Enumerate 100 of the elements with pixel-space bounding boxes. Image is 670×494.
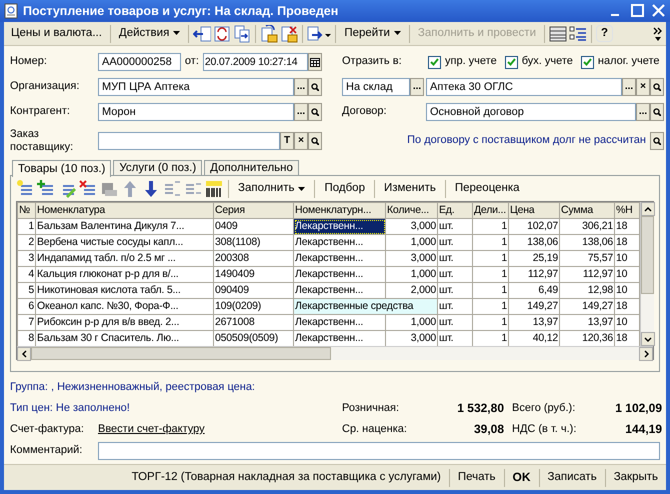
tab[interactable]: Дополнительно bbox=[204, 160, 299, 176]
field-button[interactable]: T bbox=[280, 132, 294, 150]
column-header[interactable]: Дели... bbox=[472, 202, 508, 218]
field-button[interactable]: ... bbox=[410, 78, 424, 96]
input-field[interactable]: Аптека 30 ОГЛС bbox=[426, 78, 622, 96]
checkbox[interactable] bbox=[580, 56, 594, 68]
field-button[interactable]: ... bbox=[294, 78, 308, 96]
toolbar-button[interactable]: Переоценка bbox=[450, 181, 524, 197]
help-button[interactable]: ? bbox=[596, 24, 614, 42]
table-cell: 5 bbox=[18, 282, 36, 298]
list-icon[interactable] bbox=[569, 24, 587, 42]
maximize-icon[interactable] bbox=[629, 3, 645, 19]
table-cell: 1490409 bbox=[214, 266, 294, 282]
add-row-icon[interactable] bbox=[16, 180, 34, 198]
column-header[interactable]: Номенклатура bbox=[36, 202, 214, 218]
invoice-link[interactable]: Ввести счет-фактуру bbox=[98, 422, 205, 436]
horizontal-scrollbar[interactable] bbox=[17, 346, 653, 360]
status-bar-button[interactable]: OK bbox=[506, 468, 537, 487]
table-cell: 109(0209) bbox=[214, 298, 294, 314]
close-icon[interactable] bbox=[650, 3, 666, 19]
table-cell: шт. bbox=[438, 218, 472, 234]
table-cell: Лекарственн... bbox=[294, 234, 386, 250]
field-label: от: bbox=[184, 55, 200, 69]
search-icon[interactable] bbox=[311, 137, 319, 145]
search-icon[interactable] bbox=[311, 108, 319, 116]
input-field[interactable]: Морон bbox=[98, 103, 294, 121]
table-cell: 1 bbox=[472, 234, 508, 250]
field-button[interactable]: ... bbox=[636, 103, 650, 121]
input-field[interactable]: МУП ЦРА Аптека bbox=[98, 78, 294, 96]
table-cell: 308(1108) bbox=[214, 234, 294, 250]
table-cell: Лекарственн... bbox=[294, 314, 386, 330]
checkbox[interactable] bbox=[504, 56, 518, 68]
field-button[interactable]: ... bbox=[294, 103, 308, 121]
table-cell: 3,000 bbox=[386, 218, 438, 234]
calendar-icon[interactable] bbox=[310, 58, 320, 66]
toolbar-button[interactable]: Заполнить bbox=[234, 181, 310, 197]
status-bar-button[interactable]: Печать bbox=[452, 468, 502, 486]
input-field[interactable]: АА000000258 bbox=[98, 53, 181, 71]
table-cell: 13,97 bbox=[560, 314, 614, 330]
add-copy-row-icon[interactable] bbox=[37, 180, 55, 198]
column-header[interactable]: Цена bbox=[508, 202, 560, 218]
table-cell: Лекарственн... bbox=[294, 250, 386, 266]
toolbar-button[interactable]: Перейти bbox=[340, 26, 405, 42]
table-cell: 149,27 bbox=[508, 298, 560, 314]
scroll-right-icon[interactable] bbox=[642, 350, 650, 358]
tab[interactable]: Товары (10 поз.) bbox=[12, 160, 112, 177]
table-cell: 6,49 bbox=[508, 282, 560, 298]
scroll-down-icon[interactable] bbox=[644, 336, 652, 342]
total-value: 144,19 bbox=[624, 422, 662, 437]
column-header[interactable]: Количе... bbox=[386, 202, 438, 218]
input-field[interactable]: Основной договор bbox=[426, 103, 636, 121]
toolbar-button[interactable]: Изменить bbox=[380, 181, 440, 197]
field-button[interactable]: × bbox=[636, 78, 650, 96]
toolbar-button[interactable]: Подбор bbox=[320, 181, 369, 197]
field-label: Номер: bbox=[10, 55, 48, 69]
status-bar-button[interactable]: ТОРГ-12 (Товарная накладная за поставщика с услугами) bbox=[126, 468, 447, 486]
vertical-scrollbar[interactable] bbox=[640, 202, 654, 346]
back-arrow-icon[interactable] bbox=[193, 24, 212, 42]
input-field[interactable]: 20.07.2009 10:27:14 bbox=[202, 53, 308, 71]
table-cell: Вербена чистые сосуды капл... bbox=[36, 234, 214, 250]
table-cell: 7 bbox=[18, 314, 36, 330]
copy-icon[interactable] bbox=[233, 24, 252, 42]
arrow-down-icon[interactable] bbox=[142, 180, 160, 198]
table-icon[interactable] bbox=[549, 24, 567, 42]
toolbar-button[interactable]: Цены и валюта... bbox=[7, 26, 106, 42]
status-bar-button[interactable]: Закрыть bbox=[608, 468, 664, 486]
table-cell: шт. bbox=[438, 234, 472, 250]
tab[interactable]: Услуги (0 поз.) bbox=[113, 160, 202, 176]
scroll-left-icon[interactable] bbox=[20, 350, 28, 358]
toolbar-button[interactable]: Действия bbox=[114, 26, 184, 42]
search-icon[interactable] bbox=[311, 83, 319, 91]
overflow-chevron-icon[interactable] bbox=[653, 26, 663, 42]
column-header[interactable]: Номенклатурн... bbox=[294, 202, 386, 218]
search-icon[interactable] bbox=[653, 83, 661, 91]
column-header[interactable]: Сумма bbox=[560, 202, 614, 218]
input-field[interactable] bbox=[98, 442, 660, 460]
total-label: Розничная: bbox=[342, 402, 400, 416]
barcode-icon[interactable] bbox=[205, 180, 223, 198]
table-cell: 138,06 bbox=[560, 234, 614, 250]
check-icon bbox=[430, 58, 439, 66]
field-label: Отразить в: bbox=[342, 55, 403, 69]
column-header[interactable]: %Н bbox=[614, 202, 640, 218]
field-label: Комментарий: bbox=[10, 444, 84, 458]
column-header[interactable]: № bbox=[18, 202, 36, 218]
status-bar-button[interactable]: Записать bbox=[542, 468, 603, 486]
column-header[interactable]: Ед. bbox=[438, 202, 472, 218]
unpost-document-icon[interactable] bbox=[280, 24, 298, 42]
search-icon[interactable] bbox=[653, 137, 661, 145]
field-button[interactable]: ... bbox=[622, 78, 636, 96]
field-button[interactable]: × bbox=[294, 132, 308, 150]
input-field[interactable]: На склад bbox=[342, 78, 410, 96]
delete-row-icon[interactable] bbox=[79, 180, 97, 198]
post-document-icon[interactable] bbox=[260, 24, 278, 42]
input-field[interactable] bbox=[98, 132, 280, 150]
column-header[interactable]: Серия bbox=[214, 202, 294, 218]
search-icon[interactable] bbox=[653, 108, 661, 116]
checkbox[interactable] bbox=[428, 56, 441, 68]
scroll-up-icon[interactable] bbox=[644, 206, 652, 212]
navigate-icon[interactable] bbox=[307, 24, 332, 42]
debt-link[interactable]: По договору с поставщиком долг не рассчитан bbox=[407, 134, 646, 148]
